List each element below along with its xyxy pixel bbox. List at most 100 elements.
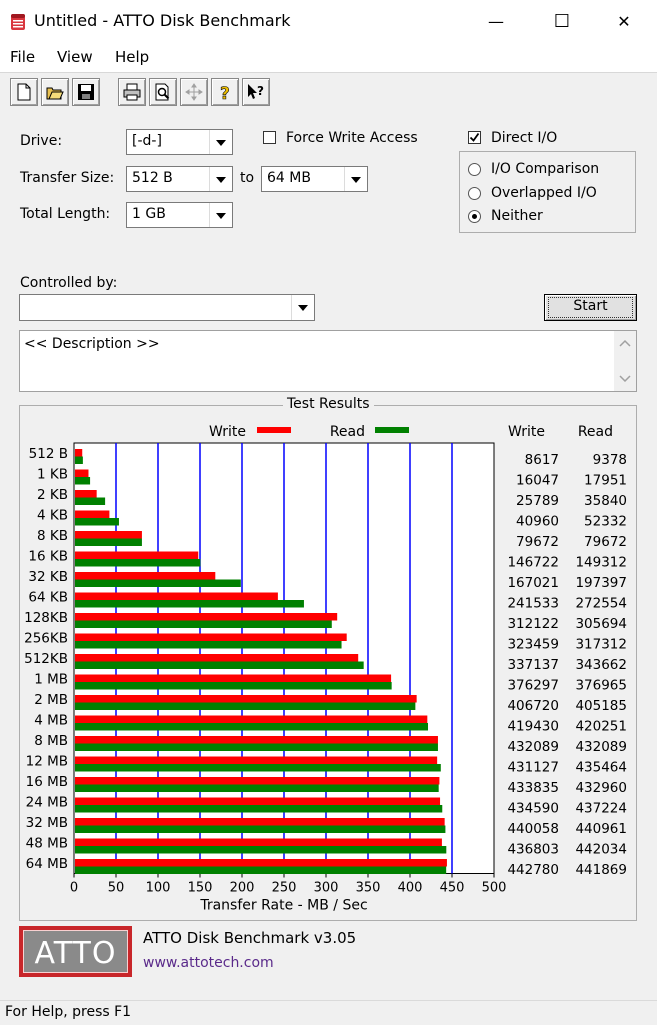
write-value: 8617 <box>525 452 559 468</box>
atto-logo: ATTO <box>19 926 132 977</box>
write-value: 323459 <box>507 637 559 653</box>
read-value: 420251 <box>575 719 627 735</box>
read-value: 305694 <box>575 616 627 632</box>
write-bar <box>75 613 338 621</box>
read-value: 442034 <box>575 842 627 858</box>
x-axis-label: Transfer Rate - MB / Sec <box>199 898 367 914</box>
category-label: 64 MB <box>26 856 68 872</box>
write-bar <box>75 695 417 703</box>
write-bar <box>75 715 428 723</box>
atto-logo-plate: ATTO <box>23 930 128 973</box>
category-label: 8 MB <box>34 733 68 749</box>
write-bar <box>75 736 438 744</box>
x-tick-label: 300 <box>314 881 339 896</box>
x-tick-label: 500 <box>482 881 507 896</box>
read-bar <box>75 600 304 608</box>
write-value: 16047 <box>516 473 559 489</box>
x-tick-label: 200 <box>230 881 255 896</box>
write-bar <box>75 674 392 682</box>
x-tick-label: 350 <box>356 881 381 896</box>
read-bar <box>75 825 446 833</box>
category-label: 4 KB <box>37 508 68 524</box>
read-value: 79672 <box>584 534 627 550</box>
read-bar <box>75 641 342 649</box>
read-value: 149312 <box>575 555 627 571</box>
read-bar <box>75 702 416 710</box>
legend-write-swatch <box>257 427 291 433</box>
write-value: 433835 <box>507 780 559 796</box>
write-value: 25789 <box>516 493 559 509</box>
write-bar <box>75 633 347 641</box>
write-value: 167021 <box>507 575 559 591</box>
chart-layer: 0 50 100 150 200 250 300 350 400 450 500 Transfer R… <box>24 424 627 914</box>
read-bar <box>75 866 447 874</box>
read-bar <box>75 456 83 464</box>
category-label: 512 B <box>29 446 68 462</box>
write-value: 431127 <box>507 760 559 776</box>
attotech-link[interactable]: www.attotech.com <box>143 955 274 971</box>
read-value: 440961 <box>575 821 627 837</box>
read-bar <box>75 743 438 751</box>
x-tick-label: 400 <box>398 881 423 896</box>
write-value: 376297 <box>507 678 559 694</box>
write-bar <box>75 449 83 457</box>
read-value: 17951 <box>584 473 627 489</box>
write-value: 241533 <box>507 596 559 612</box>
category-label: 24 MB <box>26 795 68 811</box>
category-label: 256KB <box>24 631 68 647</box>
x-tick-label: 100 <box>146 881 171 896</box>
write-value: 406720 <box>507 698 559 714</box>
read-value: 52332 <box>584 514 627 530</box>
read-bar <box>75 764 441 772</box>
write-bar <box>75 469 89 477</box>
category-label: 12 MB <box>26 754 68 770</box>
write-bar <box>75 551 199 559</box>
write-bar <box>75 510 110 518</box>
status-bar: For Help, press F1 <box>0 1000 657 1025</box>
read-value: 405185 <box>575 698 627 714</box>
read-value: 437224 <box>575 801 627 817</box>
x-tick-label: 450 <box>440 881 465 896</box>
category-label: 64 KB <box>28 590 68 606</box>
category-label: 2 MB <box>34 692 68 708</box>
category-label: 1 MB <box>34 672 68 688</box>
write-column-header: Write <box>508 424 545 440</box>
write-value: 440058 <box>507 821 559 837</box>
write-bar <box>75 777 440 785</box>
category-label: 2 KB <box>37 487 68 503</box>
write-bar <box>75 859 447 867</box>
read-value: 435464 <box>575 760 627 776</box>
write-bar <box>75 531 142 539</box>
read-value: 441869 <box>575 862 627 878</box>
read-value: 343662 <box>575 657 627 673</box>
x-tick-label: 50 <box>108 881 125 896</box>
read-bar <box>75 784 439 792</box>
atto-logo-text: ATTO <box>34 936 117 971</box>
transfer-rate-chart: 0 50 100 150 200 250 300 350 400 450 500 Transfer R… <box>24 424 627 914</box>
write-bar <box>75 572 216 580</box>
write-bar <box>75 654 359 662</box>
write-bar <box>75 818 445 826</box>
read-bar <box>75 538 142 546</box>
legend-read-swatch <box>375 427 409 433</box>
read-bar <box>75 477 91 485</box>
write-value: 40960 <box>516 514 559 530</box>
write-value: 419430 <box>507 719 559 735</box>
product-version: ATTO Disk Benchmark v3.05 <box>143 929 357 947</box>
category-label: 512KB <box>24 651 68 667</box>
category-label: 32 KB <box>28 569 68 585</box>
read-bar <box>75 518 119 526</box>
category-label: 4 MB <box>34 713 68 729</box>
read-bar <box>75 846 447 854</box>
read-bar <box>75 723 429 731</box>
read-bar <box>75 682 392 690</box>
read-bar <box>75 497 106 505</box>
read-value: 376965 <box>575 678 627 694</box>
x-tick-label: 250 <box>272 881 297 896</box>
read-value: 432089 <box>575 739 627 755</box>
write-bar <box>75 592 278 600</box>
read-bar <box>75 661 364 669</box>
write-value: 434590 <box>507 801 559 817</box>
read-value: 9378 <box>593 452 627 468</box>
read-bar <box>75 559 201 567</box>
